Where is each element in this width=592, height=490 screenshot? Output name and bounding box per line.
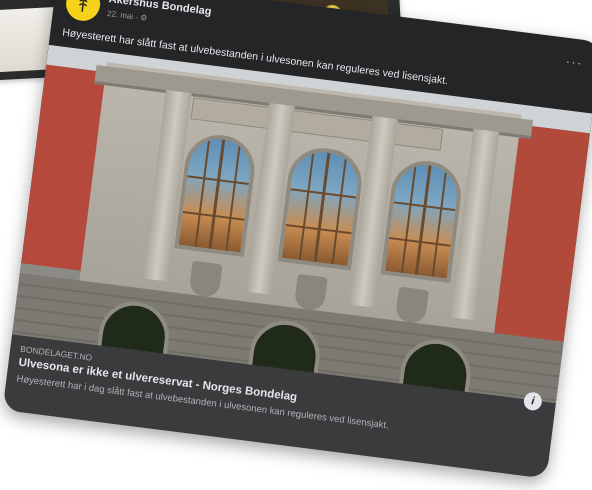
- facebook-post: Akershus Bondelag 22. mai · ⚙ ··· Høyest…: [2, 0, 592, 479]
- post-timestamp[interactable]: 22. mai · ⚙: [107, 9, 148, 23]
- page-avatar[interactable]: [64, 0, 103, 23]
- screenshot-stage: Akershus Bondelag 22. mai · ⚙ ··· Høyest…: [0, 0, 592, 490]
- more-options-icon[interactable]: ···: [565, 53, 584, 71]
- wheat-logo-icon: [72, 0, 95, 15]
